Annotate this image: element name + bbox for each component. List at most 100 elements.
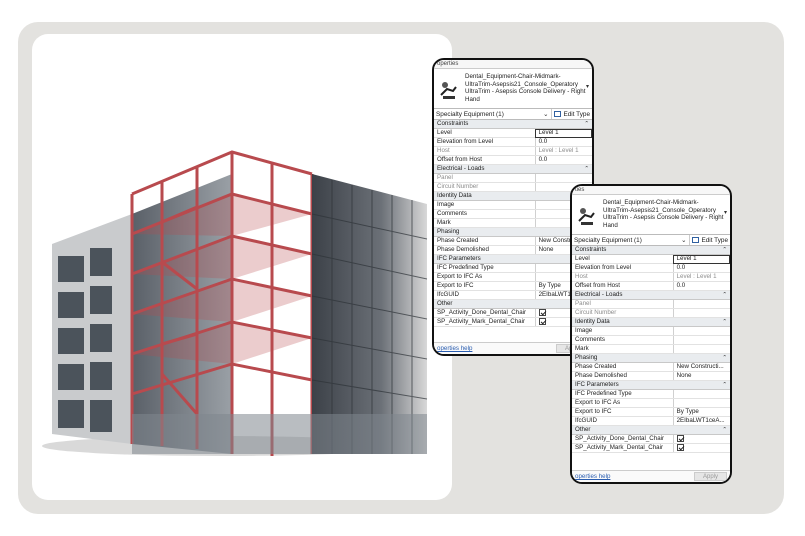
property-row: Host Level : Level 1 <box>572 272 730 282</box>
type-selector[interactable]: Specialty Equipment (1) ⌄ <box>574 235 691 245</box>
property-row: Panel <box>572 299 730 309</box>
collapse-arrow-icon[interactable]: ⌃ <box>722 291 727 299</box>
section-header[interactable]: Phasing ⌃ <box>572 353 730 363</box>
chevron-down-icon[interactable]: ▾ <box>586 83 589 90</box>
property-row: Phase Created New Constructi... <box>572 362 730 372</box>
property-value[interactable]: 0.0 <box>673 281 730 291</box>
edit-type-button[interactable]: Edit Type <box>690 237 730 244</box>
property-value[interactable] <box>535 173 592 183</box>
property-row: Phase Demolished None <box>434 245 592 255</box>
property-value[interactable] <box>673 308 730 318</box>
collapse-arrow-icon[interactable]: ⌃ <box>722 354 727 362</box>
section-header[interactable]: IFC Parameters⌃ <box>434 254 592 264</box>
property-name: Phase Created <box>434 236 536 246</box>
property-value[interactable]: 0.0 <box>535 137 592 147</box>
collapse-arrow-icon[interactable]: ⌃ <box>584 120 589 128</box>
property-name: Export to IFC As <box>434 272 536 282</box>
property-name: Host <box>572 272 674 282</box>
section-header[interactable]: Constraints ⌃ <box>572 246 730 255</box>
properties-grid: Constraints ⌃ Level Level 1 Elevation from L… <box>434 120 592 328</box>
checkbox-checked-icon[interactable] <box>538 309 546 316</box>
property-value[interactable] <box>673 398 730 408</box>
type-header[interactable]: Dental_Equipment-Chair-Midmark-UltraTrim… <box>434 69 592 109</box>
building-render <box>32 34 452 500</box>
family-name: Dental_Equipment-Chair-Midmark-UltraTrim… <box>603 199 716 214</box>
section-header[interactable]: Other⌃ <box>434 299 592 309</box>
section-header[interactable]: Constraints ⌃ <box>434 120 592 129</box>
properties-help-link[interactable]: operties help <box>575 473 610 480</box>
chevron-down-icon[interactable]: ▾ <box>724 209 727 216</box>
property-value[interactable]: Level : Level 1 <box>673 272 730 282</box>
section-header[interactable]: Identity Data⌃ <box>434 191 592 201</box>
property-name: Image <box>434 200 536 210</box>
properties-help-link[interactable]: operties help <box>437 345 472 352</box>
section-header[interactable]: Other⌃ <box>572 425 730 435</box>
property-value[interactable]: None <box>673 371 730 381</box>
edit-type-label: Edit Type <box>701 236 728 244</box>
collapse-arrow-icon[interactable]: ⌃ <box>722 381 727 389</box>
chevron-down-icon: ⌄ <box>543 111 549 118</box>
collapse-arrow-icon[interactable]: ⌃ <box>722 426 727 434</box>
property-name: Offset from Host <box>572 281 674 291</box>
collapse-arrow-icon[interactable]: ⌃ <box>722 246 727 254</box>
type-header[interactable]: Dental_Equipment-Chair-Midmark-UltraTrim… <box>572 195 730 235</box>
property-name: Phase Created <box>572 362 674 372</box>
section-header[interactable]: Identity Data ⌃ <box>572 317 730 327</box>
property-checkbox[interactable] <box>673 434 730 445</box>
property-value[interactable]: Level 1 <box>535 128 592 138</box>
property-value[interactable] <box>673 344 730 354</box>
type-selector[interactable]: Specialty Equipment (1) ⌄ <box>436 109 553 119</box>
property-value[interactable]: 0.0 <box>535 155 592 165</box>
property-name: Image <box>572 326 674 336</box>
section-label: Phasing <box>575 354 598 361</box>
panel-title: operties <box>434 60 592 69</box>
property-name: IfcGUID <box>434 290 536 300</box>
family-name: Dental_Equipment-Chair-Midmark-UltraTrim… <box>465 73 578 88</box>
property-value[interactable]: Level : Level 1 <box>535 146 592 156</box>
apply-button[interactable]: Apply <box>693 472 727 481</box>
section-header[interactable]: Electrical - Loads ⌃ <box>572 290 730 300</box>
edit-type-button[interactable]: Edit Type <box>552 111 592 118</box>
checkbox-checked-icon[interactable] <box>676 444 684 452</box>
property-name: Host <box>434 146 536 156</box>
dental-chair-icon <box>440 82 457 99</box>
property-value[interactable]: By Type <box>673 407 730 417</box>
property-checkbox[interactable] <box>673 443 730 454</box>
property-name: IFC Predefined Type <box>434 263 536 273</box>
right-facade <box>312 174 427 454</box>
collapse-arrow-icon[interactable]: ⌃ <box>584 165 589 173</box>
chevron-down-icon: ⌄ <box>681 237 687 244</box>
property-name: Export to IFC As <box>572 398 674 408</box>
section-label: Identity Data <box>575 318 610 325</box>
property-row: Phase Created New Constr <box>434 236 592 246</box>
property-value[interactable]: New Constructi... <box>673 362 730 372</box>
property-row: Comments <box>434 209 592 219</box>
checkbox-checked-icon[interactable] <box>676 435 684 442</box>
collapse-arrow-icon[interactable]: ⌃ <box>722 318 727 326</box>
dental-chair-icon <box>578 208 595 225</box>
section-label: Identity Data <box>437 192 472 199</box>
property-value[interactable]: 0.0 <box>673 263 730 273</box>
section-header[interactable]: Electrical - Loads ⌃ <box>434 164 592 174</box>
property-row: Level Level 1 <box>572 254 730 264</box>
section-label: Constraints <box>437 120 469 127</box>
property-value[interactable]: 2EIbaLWT1ceA... <box>673 416 730 426</box>
property-value[interactable] <box>673 389 730 399</box>
property-row: SP_Activity_Mark_Dental_Chair <box>434 317 592 328</box>
section-label: IFC Parameters <box>437 255 481 262</box>
property-name: Level <box>434 128 536 138</box>
property-name: Offset from Host <box>434 155 536 165</box>
property-row: Mark <box>434 218 592 228</box>
section-header[interactable]: IFC Parameters⌃ <box>572 380 730 390</box>
property-name: SP_Activity_Done_Dental_Chair <box>434 308 536 319</box>
property-row: IfcGUID 2EIbaLWT1 <box>434 290 592 300</box>
property-value[interactable]: Level 1 <box>673 254 730 264</box>
property-name: Comments <box>572 335 674 345</box>
property-name: IfcGUID <box>572 416 674 426</box>
property-name: Circuit Number <box>434 182 536 192</box>
property-value[interactable] <box>673 335 730 345</box>
checkbox-checked-icon[interactable] <box>538 318 546 326</box>
property-value[interactable] <box>673 326 730 336</box>
property-value[interactable] <box>673 299 730 309</box>
section-header[interactable]: Phasing⌃ <box>434 227 592 237</box>
